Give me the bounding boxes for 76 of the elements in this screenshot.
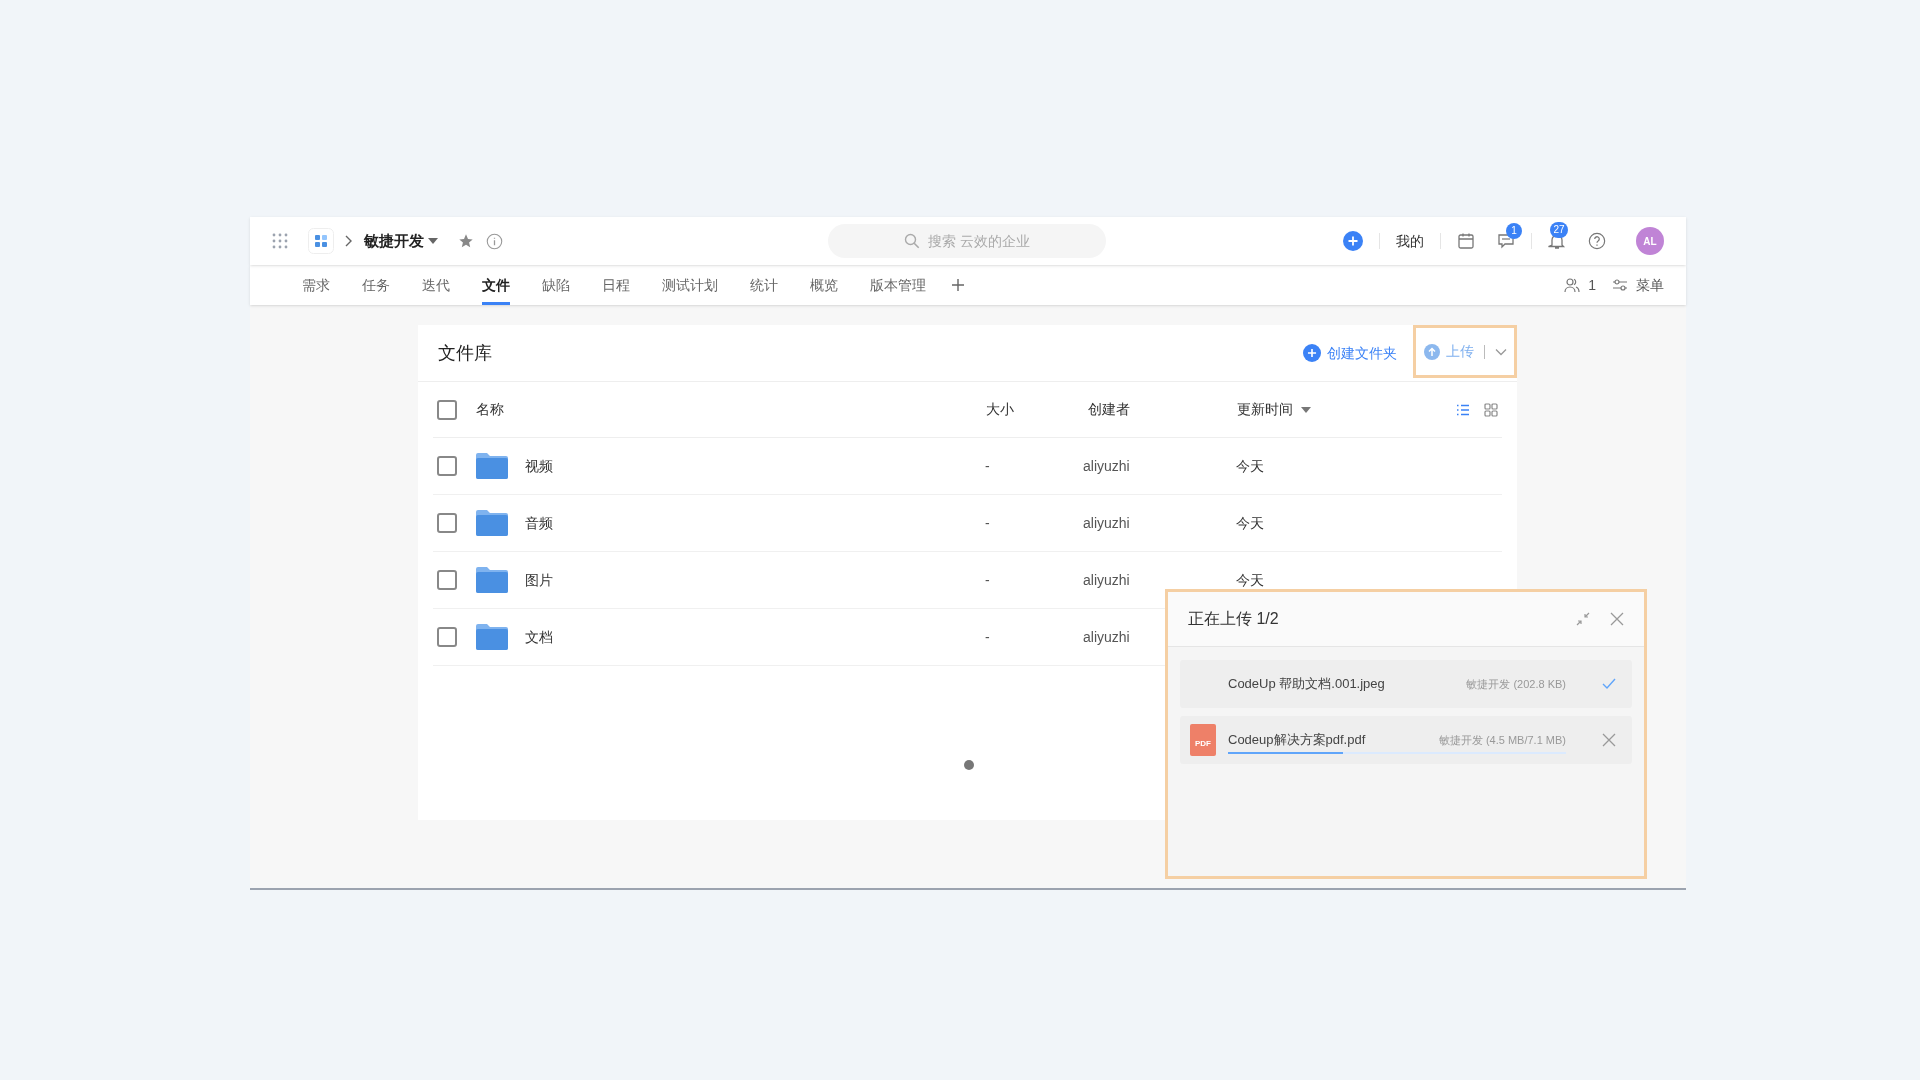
search-icon xyxy=(904,233,920,249)
plus-circle-icon xyxy=(1303,344,1321,362)
file-meta: 敏捷开发 (202.8 KB) xyxy=(1466,676,1566,692)
file-name: CodeUp 帮助文档.001.jpeg xyxy=(1228,675,1385,694)
row-checkbox[interactable] xyxy=(437,456,457,476)
folder-name-link[interactable]: 音频 xyxy=(525,512,645,534)
nav-tab[interactable]: 版本管理 xyxy=(870,265,926,305)
nav-tab[interactable]: 统计 xyxy=(750,265,778,305)
table-cell-text: - xyxy=(985,456,991,476)
row-checkbox[interactable] xyxy=(437,513,457,533)
folder-name-link[interactable]: 视频 xyxy=(525,455,645,477)
members-button[interactable]: 1 xyxy=(1564,274,1596,296)
select-all-checkbox[interactable] xyxy=(437,399,457,420)
table-cell-text: 今天 xyxy=(1235,570,1264,590)
apps-grid-icon[interactable] xyxy=(272,233,288,249)
nav-tab[interactable]: 测试计划 xyxy=(662,265,718,305)
table-cell-text: aliyuzhi xyxy=(1083,570,1130,590)
column-header: 创建者 xyxy=(1088,400,1131,419)
row-checkbox[interactable] xyxy=(437,570,457,590)
my-link[interactable]: 我的 xyxy=(1396,230,1424,252)
menu-button[interactable]: 菜单 xyxy=(1612,274,1664,296)
notification-badge: 1 xyxy=(1506,223,1522,239)
folder-name-link[interactable]: 图片 xyxy=(525,569,645,591)
file-meta: 敏捷开发 (4.5 MB/7.1 MB) xyxy=(1438,732,1566,748)
add-icon[interactable] xyxy=(1343,231,1363,251)
add-tab-icon[interactable] xyxy=(951,278,965,292)
nav-tab[interactable]: 文件 xyxy=(482,265,510,305)
table-cell-text: 今天 xyxy=(1235,456,1264,476)
chevron-right-icon xyxy=(344,235,352,247)
nav-tab[interactable]: 缺陷 xyxy=(542,265,570,305)
calendar-icon[interactable] xyxy=(1457,232,1475,250)
notification-badge: 27 xyxy=(1550,222,1568,238)
table-cell-text: - xyxy=(985,627,991,647)
chevron-down-icon xyxy=(1494,347,1507,356)
nav-tab[interactable]: 迭代 xyxy=(422,265,450,305)
library-title: 文件库 xyxy=(438,341,492,365)
folder-icon xyxy=(476,510,508,536)
table-cell-text: aliyuzhi xyxy=(1083,456,1130,476)
file-name: Codeup解决方案pdf.pdf xyxy=(1228,731,1366,750)
row-checkbox[interactable] xyxy=(437,627,457,647)
info-icon[interactable] xyxy=(486,232,503,250)
members-icon xyxy=(1564,277,1581,293)
star-icon[interactable] xyxy=(458,233,474,249)
help-icon[interactable] xyxy=(1588,232,1606,250)
project-switcher[interactable]: 敏捷开发 xyxy=(364,229,438,253)
upload-panel-title: 正在上传 1/2 xyxy=(1188,609,1279,629)
list-view-icon[interactable] xyxy=(1456,402,1470,417)
close-icon[interactable] xyxy=(1610,612,1624,626)
create-folder-button[interactable]: 创建文件夹 xyxy=(1303,342,1397,364)
folder-icon xyxy=(476,624,508,650)
sort-column-header[interactable]: 更新时间 xyxy=(1237,399,1311,420)
file-type-icon: PDF xyxy=(1190,724,1216,756)
chat-icon[interactable] xyxy=(1497,232,1515,250)
folder-icon xyxy=(476,453,508,479)
folder-name-link[interactable]: 文档 xyxy=(525,626,645,648)
column-header: 大小 xyxy=(986,400,1015,419)
caret-icon xyxy=(1301,406,1311,413)
table-cell-text: aliyuzhi xyxy=(1083,513,1130,533)
table-cell-text: 今天 xyxy=(1235,513,1264,533)
nav-tab[interactable]: 概览 xyxy=(810,265,838,305)
minimize-icon[interactable] xyxy=(1576,612,1590,626)
nav-tab[interactable]: 需求 xyxy=(302,265,330,305)
nav-tab[interactable]: 任务 xyxy=(362,265,390,305)
column-header: 名称 xyxy=(476,400,505,419)
upload-icon xyxy=(1423,343,1440,360)
search-field[interactable]: 搜索 云效的企业 xyxy=(828,224,1106,258)
folder-icon xyxy=(476,567,508,593)
caret-icon xyxy=(428,238,438,244)
app-logo-icon[interactable] xyxy=(308,228,334,254)
table-cell-text: - xyxy=(985,513,991,533)
sliders-icon xyxy=(1612,278,1628,292)
table-cell-text: aliyuzhi xyxy=(1083,627,1130,647)
cancel-icon[interactable] xyxy=(1602,733,1616,747)
grid-view-icon[interactable] xyxy=(1484,402,1498,417)
nav-tab[interactable]: 日程 xyxy=(602,265,630,305)
table-cell-text: - xyxy=(985,570,991,590)
